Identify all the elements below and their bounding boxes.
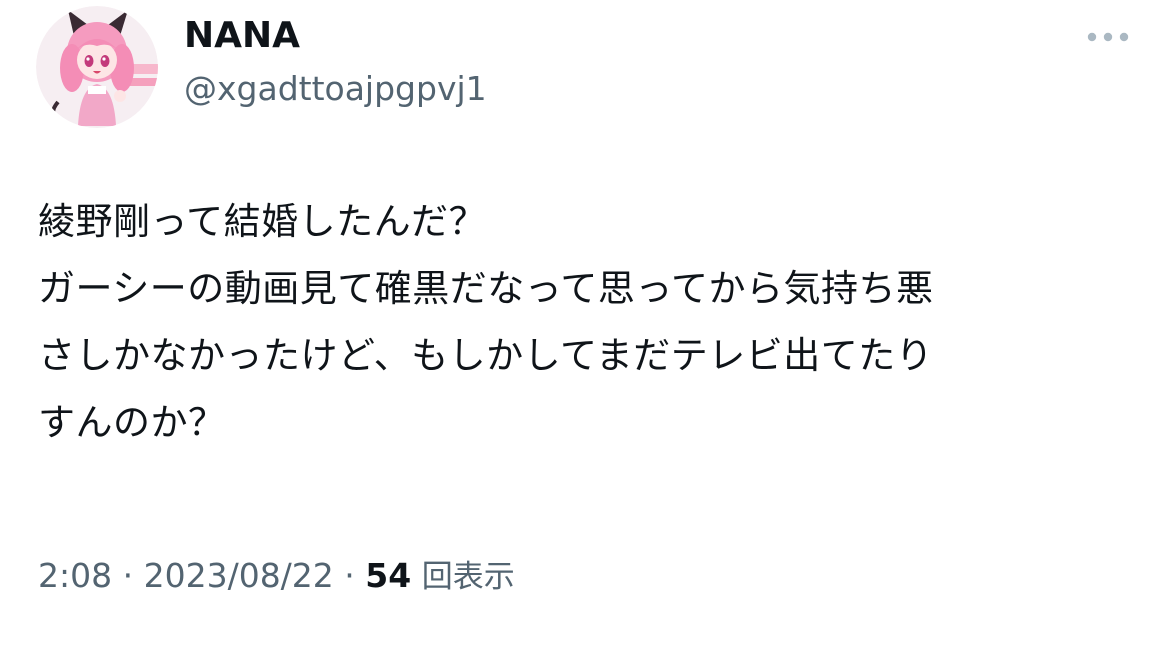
more-dots-icon	[1087, 32, 1129, 42]
anime-girl-avatar-image	[36, 6, 158, 128]
handle[interactable]: @xgadttoajpgpvj1	[184, 66, 487, 112]
tweet-meta: 2:08 · 2023/08/22 · 54 回表示	[38, 553, 515, 600]
display-name[interactable]: NANA	[184, 12, 300, 60]
tweet-text: 綾野剛って結婚したんだ？ ガーシーの動画見て確黒だなって思ってから気持ち悪 さし…	[38, 200, 934, 444]
avatar[interactable]	[36, 6, 158, 128]
meta-separator: ·	[112, 556, 144, 595]
tweet-time[interactable]: 2:08	[38, 556, 112, 595]
more-button[interactable]	[1080, 22, 1136, 52]
tweet: NANA @xgadttoajpgpvj1 綾野剛って結婚したんだ？ ガーシーの…	[0, 0, 1169, 645]
views-count: 54	[365, 556, 412, 595]
views-label: 回表示	[421, 559, 515, 595]
meta-separator: ·	[333, 556, 366, 595]
tweet-date[interactable]: 2023/08/22	[144, 556, 334, 595]
